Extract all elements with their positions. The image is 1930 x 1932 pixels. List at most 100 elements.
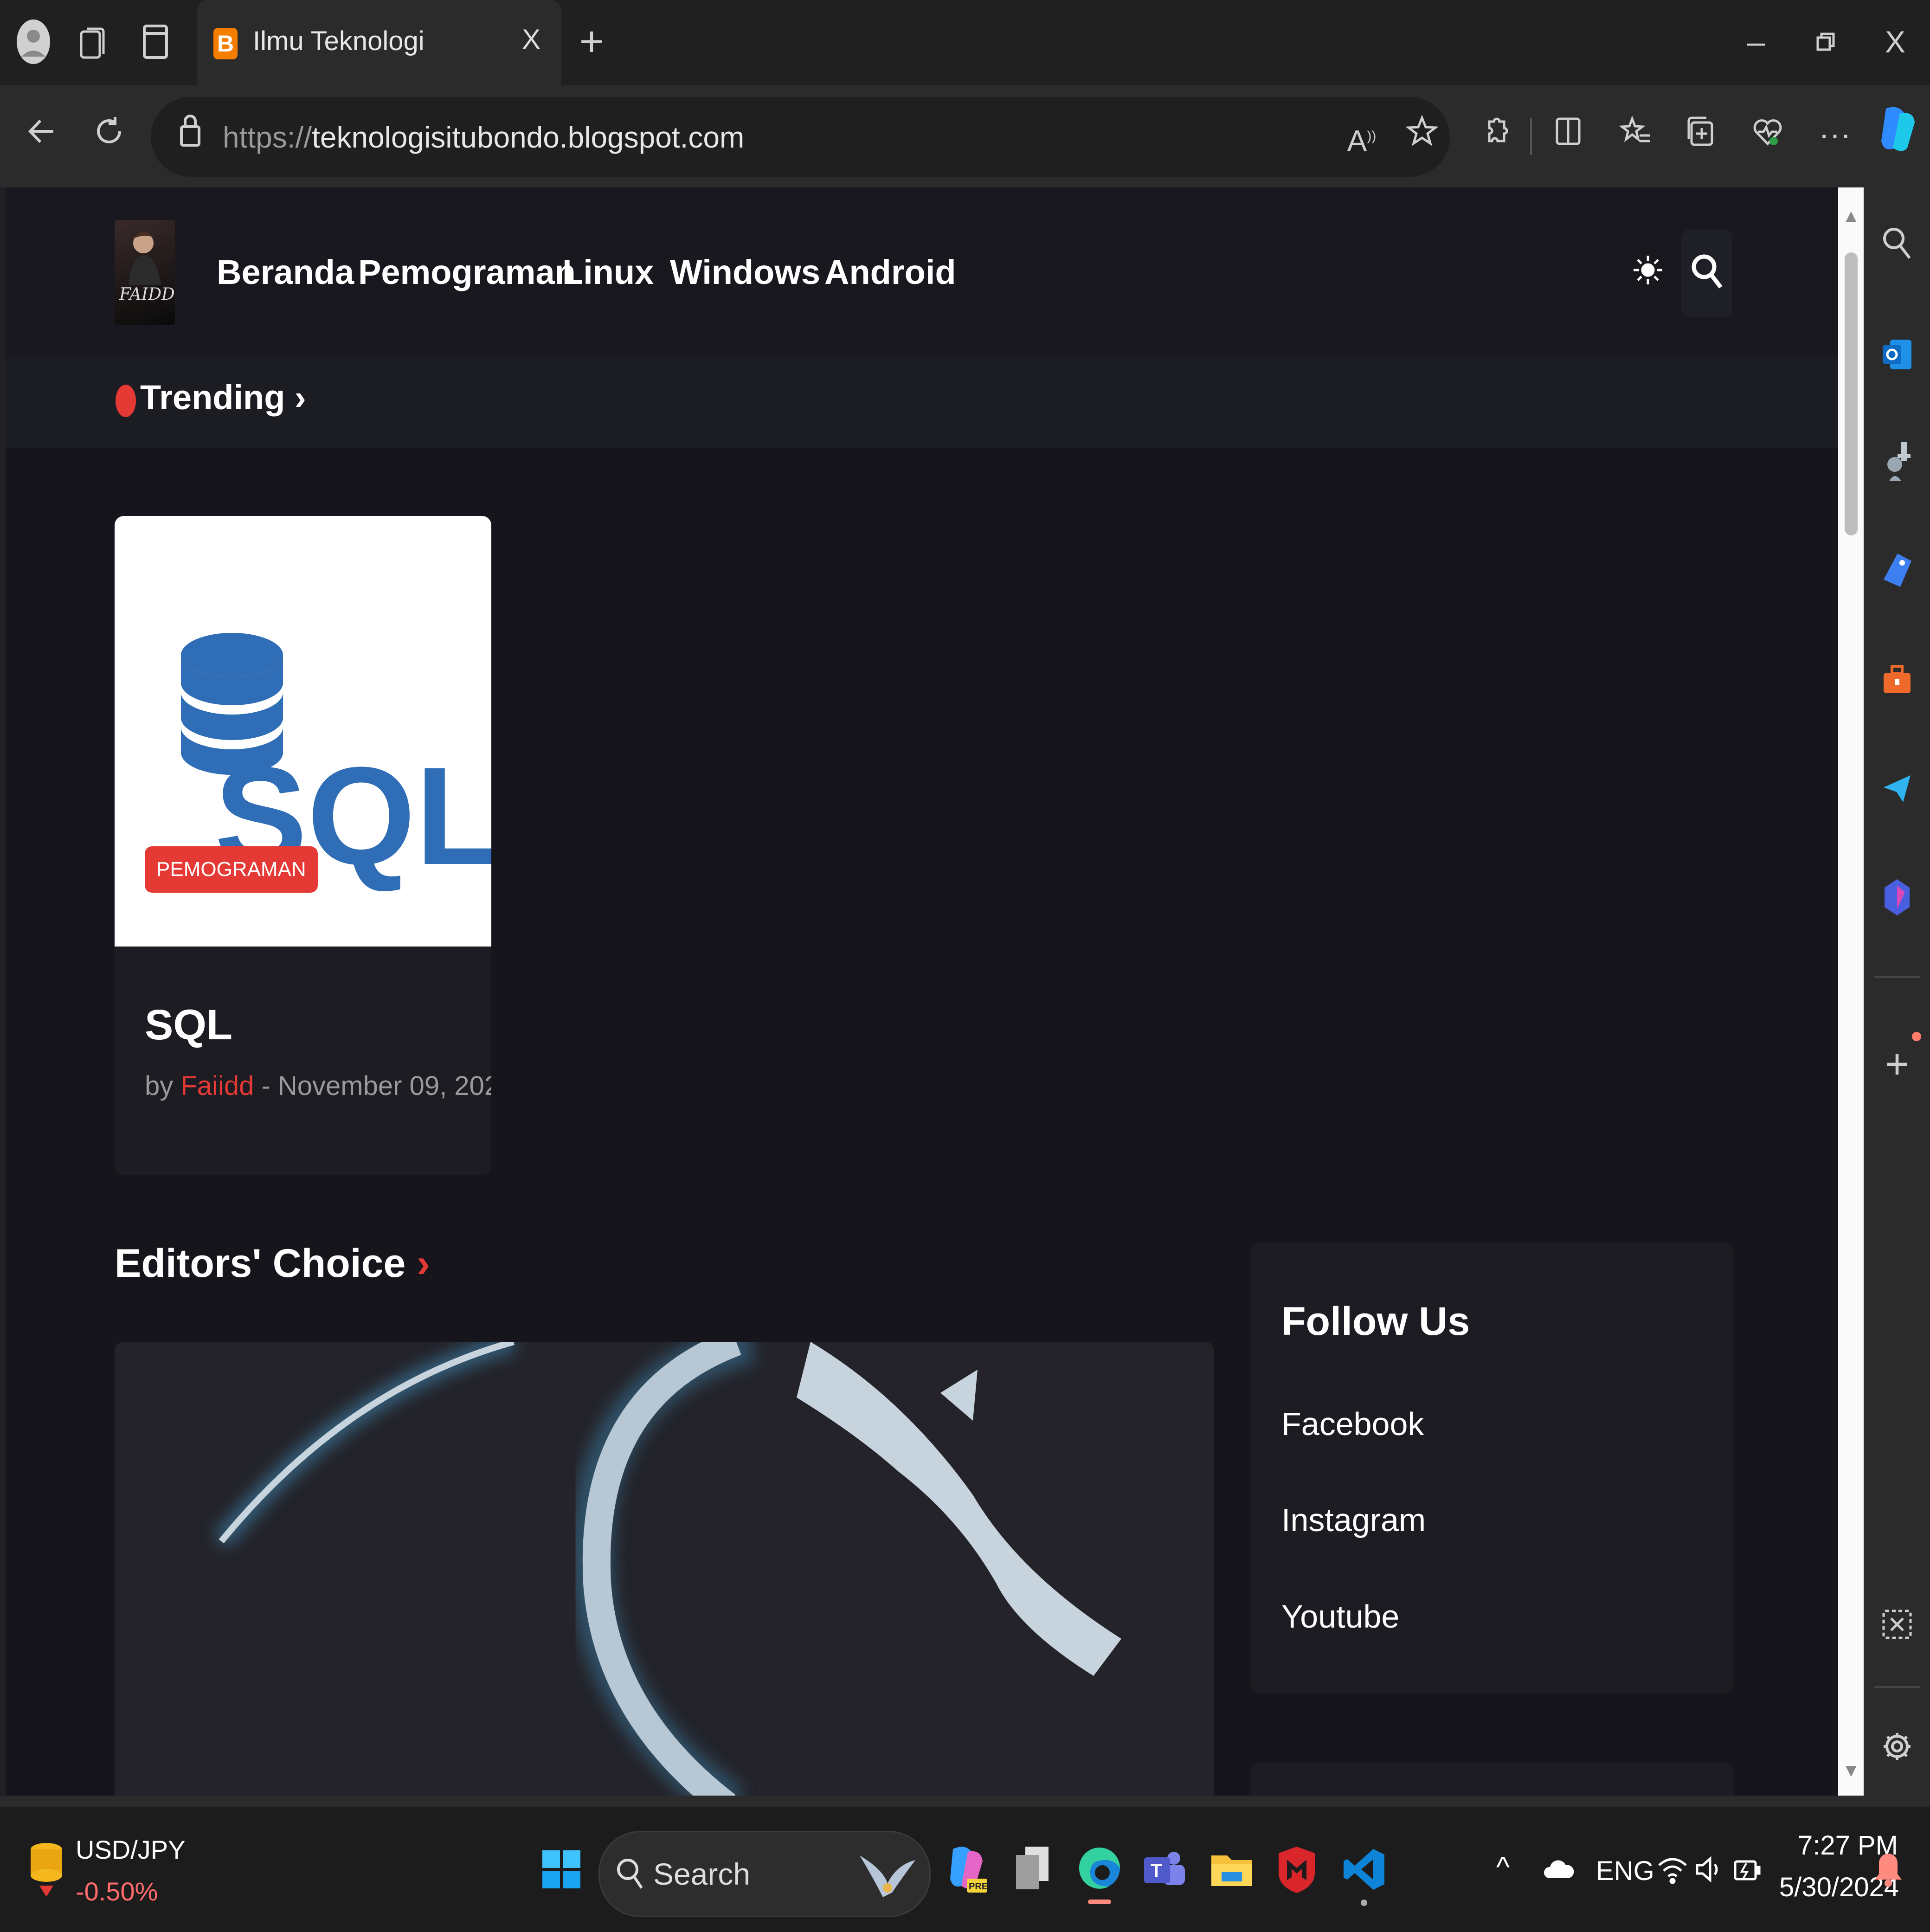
add-sidebar-app-icon[interactable]: + <box>1874 1041 1920 1088</box>
address-bar[interactable]: https://teknologisitubondo.blogspot.com … <box>151 97 1450 177</box>
nav-beranda[interactable]: Beranda <box>217 252 354 292</box>
featured-post-image[interactable] <box>115 1342 1214 1796</box>
trending-link[interactable]: Trending › <box>140 378 306 417</box>
sidebar-divider <box>1874 976 1920 978</box>
copilot-preview-icon[interactable]: PRE <box>937 1835 997 1904</box>
running-app-dot <box>1361 1900 1367 1906</box>
edge-sidebar: + <box>1864 187 1930 1796</box>
theme-toggle-sun-icon[interactable] <box>1632 252 1664 295</box>
new-tab-button[interactable]: + <box>568 19 615 65</box>
favorite-star-icon[interactable] <box>1396 111 1448 162</box>
blogger-icon: B <box>213 28 238 59</box>
active-app-indicator <box>1088 1900 1111 1904</box>
tab-ilmu-teknologi[interactable]: B Ilmu Teknologi X <box>197 0 561 85</box>
profile-icon[interactable] <box>10 19 57 65</box>
post-meta: by Faiidd - November 09, 2023 <box>145 1070 491 1101</box>
post-title[interactable]: SQL <box>145 1001 232 1050</box>
battery-charging-icon[interactable] <box>1731 1853 1763 1888</box>
stock-ticker-label[interactable]: USD/JPY <box>76 1835 186 1865</box>
taskbar-search-label: Search <box>653 1857 751 1891</box>
follow-us-title: Follow Us <box>1281 1299 1470 1344</box>
read-aloud-icon[interactable]: A)) <box>1336 111 1387 162</box>
vscode-icon[interactable] <box>1334 1835 1394 1906</box>
browser-title-bar: B Ilmu Teknologi X + – X <box>0 0 1930 85</box>
youtube-link[interactable]: Youtube <box>1281 1598 1399 1635</box>
follow-us-widget: Follow Us Facebook Instagram Youtube <box>1251 1243 1734 1693</box>
tab-close-button[interactable]: X <box>522 23 540 55</box>
search-icon <box>1692 254 1723 289</box>
more-options-icon[interactable]: ··· <box>1809 109 1860 160</box>
edge-browser-icon[interactable] <box>1069 1835 1130 1904</box>
post-thumbnail[interactable]: SQL PEMOGRAMAN <box>115 516 491 947</box>
copilot-icon[interactable] <box>1872 104 1923 155</box>
send-telegram-icon[interactable] <box>1874 765 1920 811</box>
tools-briefcase-icon[interactable] <box>1874 656 1920 702</box>
nav-windows[interactable]: Windows <box>670 252 820 292</box>
sidebar-settings-gear-icon[interactable] <box>1874 1723 1920 1770</box>
outlook-icon[interactable] <box>1874 331 1920 378</box>
nav-pemograman[interactable]: Pemograman <box>358 252 576 292</box>
file-explorer-icon[interactable] <box>1202 1835 1262 1904</box>
post-card[interactable]: SQL PEMOGRAMAN SQL by Faiidd - November … <box>115 516 491 1175</box>
stock-change-value: -0.50% <box>76 1877 158 1906</box>
favorites-icon[interactable] <box>1610 111 1661 162</box>
nav-android[interactable]: Android <box>824 252 956 292</box>
language-indicator[interactable]: ENG <box>1596 1855 1654 1887</box>
mcafee-icon[interactable] <box>1267 1835 1327 1904</box>
nav-linux[interactable]: Linux <box>562 252 654 292</box>
windows-start-icon[interactable] <box>531 1835 592 1904</box>
site-logo[interactable]: FAIDD <box>115 220 175 325</box>
scroll-down-arrow-icon[interactable]: ▼ <box>1842 1760 1860 1781</box>
workspaces-icon[interactable] <box>70 19 116 65</box>
search-icon <box>617 1859 643 1889</box>
post-date: - November 09, 2023 <box>254 1071 491 1101</box>
volume-speaker-icon[interactable] <box>1693 1853 1726 1888</box>
category-badge[interactable]: PEMOGRAMAN <box>145 846 318 893</box>
shopping-tag-icon[interactable] <box>1874 547 1920 593</box>
notification-dot <box>1912 1032 1921 1041</box>
minimize-button[interactable]: – <box>1733 19 1779 65</box>
refresh-button[interactable] <box>84 111 135 162</box>
lock-icon[interactable] <box>165 111 216 162</box>
page-scrollbar[interactable]: ▲ ▼ <box>1838 187 1864 1796</box>
stock-coins-icon[interactable] <box>26 1839 67 1902</box>
post-author[interactable]: Faiidd <box>180 1071 254 1101</box>
browser-essentials-icon[interactable] <box>1742 111 1793 162</box>
taskbar-search-box[interactable]: Search <box>598 1831 931 1917</box>
trending-fire-icon <box>116 385 136 417</box>
microsoft-365-icon[interactable] <box>1874 874 1920 921</box>
kali-dragon-graphic <box>214 1342 1121 1796</box>
web-page: FAIDD Beranda Pemograman Linux Windows A… <box>6 187 1838 1796</box>
tab-title: Ilmu Teknologi <box>253 26 425 56</box>
search-highlight-bird-icon <box>860 1855 915 1897</box>
screenshot-icon[interactable] <box>1874 1603 1920 1649</box>
toolbar-divider <box>1530 118 1532 155</box>
restore-button[interactable] <box>1802 19 1849 65</box>
extensions-icon[interactable] <box>1471 111 1522 162</box>
editors-choice-heading[interactable]: Editors' Choice › <box>115 1241 430 1287</box>
task-view-icon[interactable] <box>1002 1835 1062 1904</box>
show-hidden-icons-chevron-up-icon[interactable]: ^ <box>1496 1851 1510 1884</box>
instagram-link[interactable]: Instagram <box>1281 1501 1426 1539</box>
back-button[interactable] <box>16 111 67 162</box>
split-screen-icon[interactable] <box>1543 111 1594 162</box>
teams-icon[interactable]: T <box>1134 1835 1195 1904</box>
browser-toolbar: https://teknologisitubondo.blogspot.com … <box>0 85 1930 187</box>
windows-taskbar: USD/JPY -0.50% Search PRE T ^ ENG 7:27 P… <box>0 1805 1930 1932</box>
notification-bell-icon[interactable] <box>1872 1851 1904 1890</box>
svg-text:T: T <box>1151 1861 1162 1881</box>
vertical-tabs-icon[interactable] <box>132 19 179 65</box>
sidebar-divider-2 <box>1874 1686 1920 1688</box>
collections-icon[interactable] <box>1676 111 1727 162</box>
onedrive-cloud-icon[interactable] <box>1543 1858 1575 1883</box>
window-bottom-border <box>0 1796 1930 1805</box>
url-text[interactable]: https://teknologisitubondo.blogspot.com <box>223 120 744 155</box>
close-window-button[interactable]: X <box>1872 19 1918 65</box>
sidebar-search-icon[interactable] <box>1874 220 1920 266</box>
games-icon[interactable] <box>1874 438 1920 484</box>
wifi-icon[interactable] <box>1656 1853 1689 1888</box>
scrollbar-thumb[interactable] <box>1845 252 1858 535</box>
scroll-up-arrow-icon[interactable]: ▲ <box>1842 206 1860 227</box>
facebook-link[interactable]: Facebook <box>1281 1405 1424 1443</box>
site-search-button[interactable] <box>1681 229 1732 317</box>
